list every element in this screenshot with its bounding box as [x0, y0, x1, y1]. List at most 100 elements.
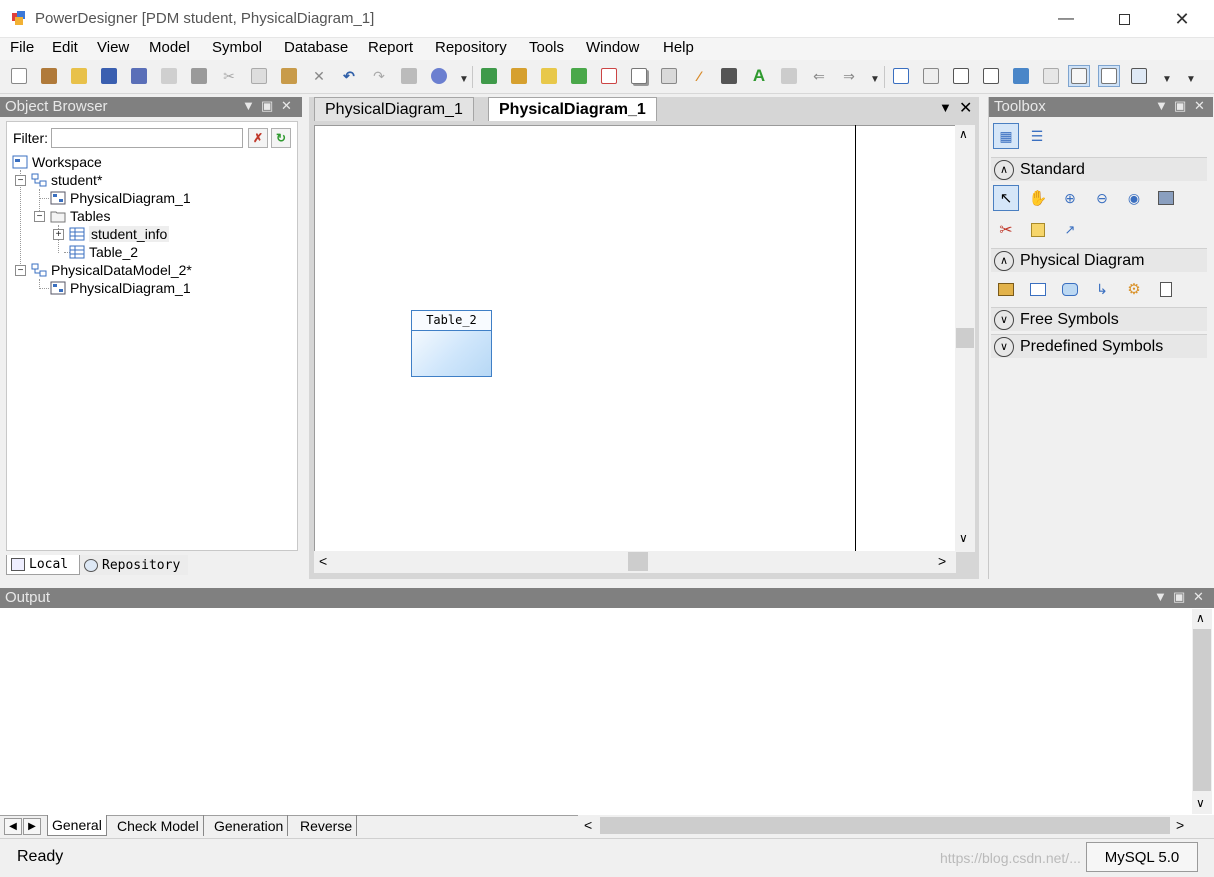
zoom-out-tool[interactable]: ⊖ — [1089, 185, 1115, 211]
panel-close-icon[interactable]: ✕ — [281, 98, 292, 114]
scroll-left-icon[interactable]: < — [584, 817, 592, 833]
panel-menu-icon[interactable]: ▼ — [1155, 98, 1168, 113]
save-all-button[interactable] — [128, 65, 150, 87]
forward-button[interactable]: ⇒ — [838, 65, 860, 87]
delete-button[interactable]: ✕ — [308, 65, 330, 87]
file-tool[interactable] — [1153, 276, 1179, 302]
scroll-left-icon[interactable]: < — [319, 553, 327, 569]
back-button[interactable]: ⇐ — [808, 65, 830, 87]
menu-repository[interactable]: Repository — [435, 39, 507, 56]
delete-tool[interactable]: ✂ — [993, 217, 1019, 243]
shadow-button[interactable] — [628, 65, 650, 87]
clear-filter-button[interactable]: ✗ — [248, 128, 268, 148]
menu-model[interactable]: Model — [149, 39, 190, 56]
toolbox-section-free-symbols[interactable]: ∨ Free Symbols — [991, 307, 1207, 331]
scroll-right-icon[interactable]: > — [938, 553, 946, 569]
tab-list-icon[interactable]: ▼ — [939, 100, 952, 115]
format-painter-button[interactable] — [778, 65, 800, 87]
toolbox-section-physical-diagram[interactable]: ∧ Physical Diagram — [991, 248, 1207, 272]
update-db-button[interactable] — [568, 65, 590, 87]
reference-tool[interactable]: ↳ — [1089, 276, 1115, 302]
font-button[interactable]: A — [748, 65, 770, 87]
expand-student-info-icon[interactable]: + — [53, 229, 64, 240]
maximize-button[interactable] — [1095, 0, 1153, 38]
output-tab-generation[interactable]: Generation — [210, 815, 289, 836]
panel-menu-icon[interactable]: ▼ — [1154, 589, 1167, 604]
tree-item-table-2[interactable]: Table_2 — [69, 243, 138, 261]
close-button[interactable]: ✕ — [1153, 0, 1211, 38]
pin-icon[interactable]: ▣ — [1173, 589, 1185, 605]
tree-item-physical-diagram[interactable]: PhysicalDiagram_1 — [50, 189, 191, 207]
menu-database[interactable]: Database — [284, 39, 348, 56]
scroll-down-icon[interactable]: ∨ — [1196, 796, 1205, 810]
note-tool[interactable] — [1025, 217, 1051, 243]
properties-tool[interactable] — [1153, 185, 1179, 211]
tree-item-physical-diagram-2[interactable]: PhysicalDiagram_1 — [50, 279, 191, 297]
pointer-tool[interactable]: ↖ — [993, 185, 1019, 211]
tab-scroll-left-icon[interactable]: ◀ — [4, 818, 22, 835]
check-model-button[interactable] — [598, 65, 620, 87]
open-button[interactable] — [68, 65, 90, 87]
diagram-horizontal-scrollbar[interactable]: < > — [314, 551, 956, 573]
scroll-right-icon[interactable]: > — [1176, 817, 1184, 833]
print-preview-button[interactable] — [158, 65, 180, 87]
menu-edit[interactable]: Edit — [52, 39, 78, 56]
toolbox-toggle-button[interactable] — [1098, 65, 1120, 87]
tab-physical-diagram-1-active[interactable]: PhysicalDiagram_1 — [488, 97, 657, 121]
output-tab-reverse[interactable]: Reverse — [296, 815, 358, 836]
scroll-thumb[interactable] — [1193, 629, 1211, 791]
properties-button[interactable] — [398, 65, 420, 87]
tab-scroll-right-icon[interactable]: ▶ — [23, 818, 41, 835]
redo-button[interactable]: ↷ — [368, 65, 390, 87]
grid-toggle-button[interactable] — [1128, 65, 1150, 87]
pin-icon[interactable]: ▣ — [1174, 98, 1186, 114]
paste-button[interactable] — [278, 65, 300, 87]
toolbar-overflow-icon[interactable]: ▼ — [459, 74, 469, 85]
scroll-down-icon[interactable]: ∨ — [959, 531, 968, 545]
new-button[interactable] — [8, 65, 30, 87]
package-tool[interactable] — [993, 276, 1019, 302]
generate-db-button[interactable] — [478, 65, 500, 87]
output-toggle-button[interactable] — [950, 65, 972, 87]
tree-item-student-info[interactable]: student_info — [69, 225, 170, 243]
procedure-tool[interactable]: ⚙ — [1121, 276, 1147, 302]
output-text-area[interactable] — [0, 608, 1214, 815]
output-horizontal-scrollbar[interactable]: < > — [578, 815, 1192, 837]
tree-item-student[interactable]: student * — [31, 171, 102, 189]
pin-icon[interactable]: ▣ — [261, 98, 273, 114]
output-vertical-scrollbar[interactable]: ∧ ∨ — [1192, 609, 1212, 814]
result-list-button[interactable] — [920, 65, 942, 87]
new-model-button[interactable] — [38, 65, 60, 87]
collapse-pdm2-icon[interactable]: − — [15, 265, 26, 276]
open-package-tool[interactable]: ◉ — [1121, 185, 1147, 211]
fill-button[interactable] — [718, 65, 740, 87]
tree-item-tables-folder[interactable]: Tables — [50, 207, 110, 225]
zoom-in-tool[interactable]: ⊕ — [1057, 185, 1083, 211]
tab-physical-diagram-1[interactable]: PhysicalDiagram_1 — [314, 97, 474, 121]
scroll-thumb[interactable] — [956, 328, 974, 348]
link-tool[interactable]: ↗ — [1057, 217, 1083, 243]
tab-repository[interactable]: Repository — [80, 555, 188, 575]
tree-item-workspace[interactable]: Workspace — [12, 153, 102, 171]
copy-button[interactable] — [248, 65, 270, 87]
line-style-button[interactable]: ⁄ — [688, 65, 710, 87]
toolbar-overflow-icon-2[interactable]: ▼ — [870, 74, 880, 85]
object-browser-toggle-button[interactable] — [1068, 65, 1090, 87]
table-tool[interactable] — [1025, 276, 1051, 302]
list-view-button[interactable]: ☰ — [1024, 123, 1050, 149]
table-symbol-table-2[interactable]: Table_2 — [411, 310, 492, 377]
output-tab-general[interactable]: General — [47, 815, 107, 836]
menu-view[interactable]: View — [97, 39, 129, 56]
close-diagram-icon[interactable]: ✕ — [959, 98, 972, 118]
menu-help[interactable]: Help — [663, 39, 694, 56]
collapse-tables-icon[interactable]: − — [34, 211, 45, 222]
filter-input[interactable] — [51, 128, 243, 148]
toolbox-section-predefined-symbols[interactable]: ∨ Predefined Symbols — [991, 334, 1207, 358]
menu-symbol[interactable]: Symbol — [212, 39, 262, 56]
browser-toggle-button[interactable] — [890, 65, 912, 87]
scroll-up-icon[interactable]: ∧ — [959, 127, 968, 141]
print-button[interactable] — [188, 65, 210, 87]
diagram-toggle-button[interactable] — [980, 65, 1002, 87]
menu-window[interactable]: Window — [586, 39, 639, 56]
refresh-filter-button[interactable]: ↻ — [271, 128, 291, 148]
